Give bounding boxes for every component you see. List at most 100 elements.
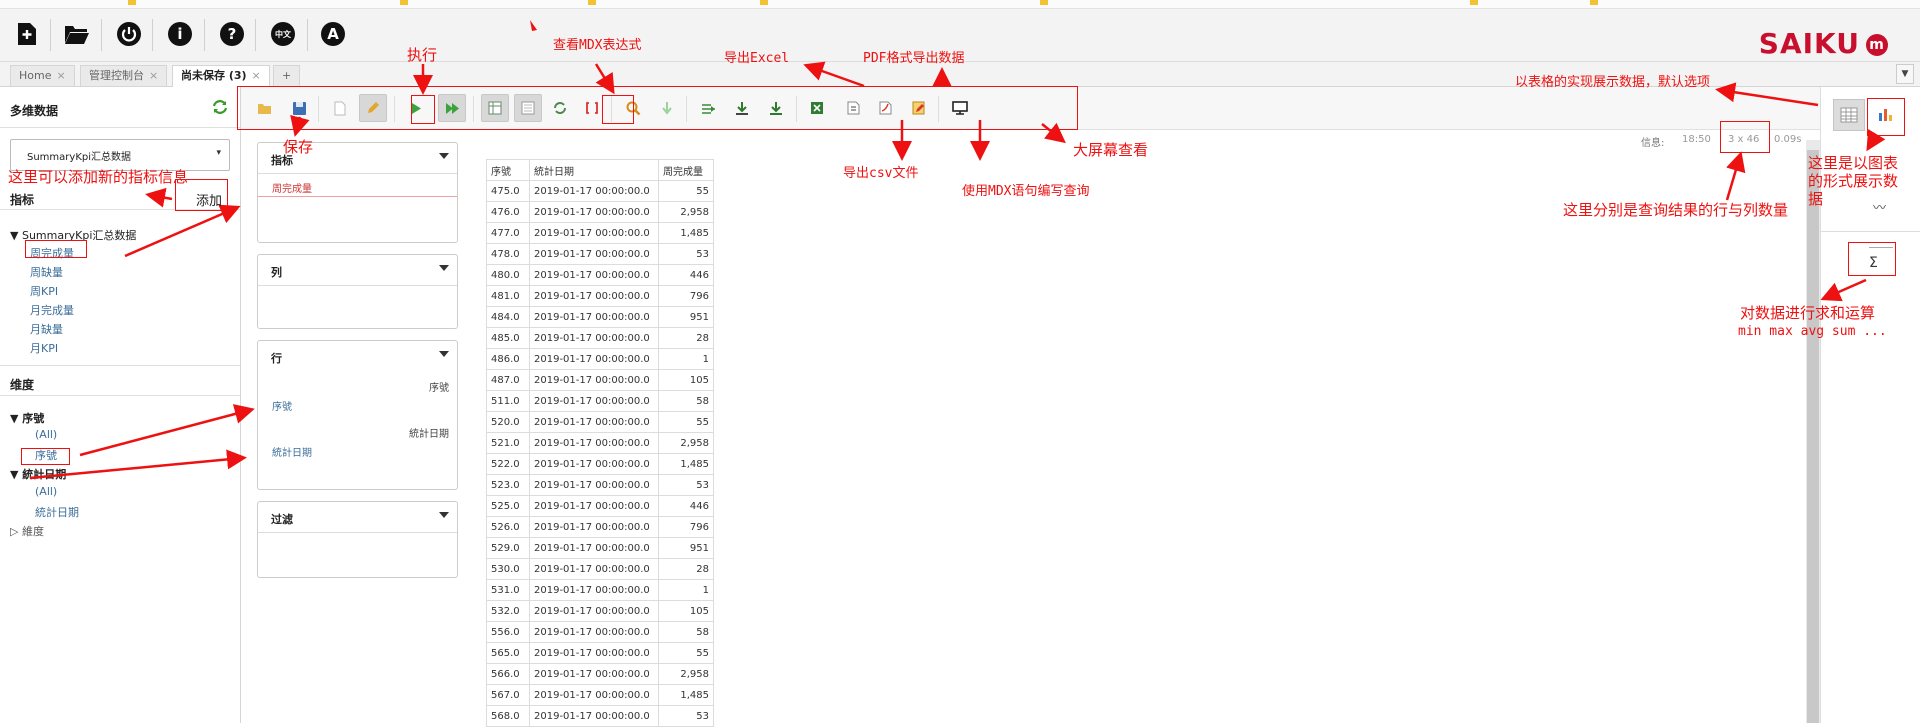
row-id-cell[interactable]: 565.0: [486, 642, 530, 664]
columns-zone[interactable]: 列: [257, 254, 458, 329]
date-cell[interactable]: 2019-01-17 00:00:00.0: [529, 453, 659, 475]
row-id-cell[interactable]: 484.0: [486, 306, 530, 328]
date-cell[interactable]: 2019-01-17 00:00:00.0: [529, 411, 659, 433]
scrollbar-thumb[interactable]: [1807, 150, 1819, 723]
row-id-cell[interactable]: 485.0: [486, 327, 530, 349]
date-cell[interactable]: 2019-01-17 00:00:00.0: [529, 180, 659, 202]
dimension-group-collapsed[interactable]: ▷ 維度: [10, 523, 44, 539]
date-cell[interactable]: 2019-01-17 00:00:00.0: [529, 663, 659, 685]
bookmark-icon[interactable]: [1590, 0, 1598, 5]
admin-icon[interactable]: A: [318, 19, 348, 49]
row-id-cell[interactable]: 486.0: [486, 348, 530, 370]
filter-zone[interactable]: 过滤: [257, 501, 458, 578]
weekly-count-cell[interactable]: 53: [658, 705, 714, 727]
date-cell[interactable]: 2019-01-17 00:00:00.0: [529, 306, 659, 328]
date-cell[interactable]: 2019-01-17 00:00:00.0: [529, 243, 659, 265]
weekly-count-cell[interactable]: 53: [658, 243, 714, 265]
weekly-count-cell[interactable]: 951: [658, 537, 714, 559]
weekly-count-cell[interactable]: 55: [658, 642, 714, 664]
row-id-cell[interactable]: 556.0: [486, 621, 530, 643]
open-folder-icon[interactable]: [62, 19, 92, 49]
bookmark-icon[interactable]: [128, 0, 136, 5]
caret-down-icon[interactable]: [439, 351, 449, 357]
weekly-count-cell[interactable]: 1,485: [658, 684, 714, 706]
row-id-cell[interactable]: 475.0: [486, 180, 530, 202]
date-cell[interactable]: 2019-01-17 00:00:00.0: [529, 684, 659, 706]
refresh-icon[interactable]: [212, 100, 228, 117]
measures-zone[interactable]: 指标 周完成量: [257, 142, 458, 243]
date-cell[interactable]: 2019-01-17 00:00:00.0: [529, 642, 659, 664]
selected-measure[interactable]: 周完成量: [258, 178, 457, 197]
row-id-cell[interactable]: 532.0: [486, 600, 530, 622]
date-cell[interactable]: 2019-01-17 00:00:00.0: [529, 705, 659, 727]
weekly-count-cell[interactable]: 2,958: [658, 201, 714, 223]
date-cell[interactable]: 2019-01-17 00:00:00.0: [529, 222, 659, 244]
date-cell[interactable]: 2019-01-17 00:00:00.0: [529, 264, 659, 286]
weekly-count-cell[interactable]: 796: [658, 285, 714, 307]
date-cell[interactable]: 2019-01-17 00:00:00.0: [529, 327, 659, 349]
bookmark-icon[interactable]: [400, 0, 408, 5]
column-header[interactable]: 周完成量: [658, 159, 714, 181]
caret-down-icon[interactable]: [439, 265, 449, 271]
rows-zone[interactable]: 行 序號 序號 統計日期 統計日期: [257, 340, 458, 490]
row-id-cell[interactable]: 481.0: [486, 285, 530, 307]
row-id-cell[interactable]: 531.0: [486, 579, 530, 601]
row-id-cell[interactable]: 526.0: [486, 516, 530, 538]
caret-down-icon[interactable]: [439, 512, 449, 518]
tab-unsaved-query[interactable]: 尚未保存 (3) ×: [172, 65, 270, 87]
column-header[interactable]: 序號: [486, 159, 530, 181]
tab-admin-console[interactable]: 管理控制台 ×: [80, 65, 168, 86]
weekly-count-cell[interactable]: 105: [658, 369, 714, 391]
weekly-count-cell[interactable]: 1: [658, 348, 714, 370]
date-cell[interactable]: 2019-01-17 00:00:00.0: [529, 390, 659, 412]
weekly-count-cell[interactable]: 446: [658, 495, 714, 517]
row-id-cell[interactable]: 478.0: [486, 243, 530, 265]
row-id-cell[interactable]: 487.0: [486, 369, 530, 391]
new-query-icon[interactable]: [12, 19, 42, 49]
dimension-level[interactable]: (All): [35, 428, 57, 441]
column-header[interactable]: 統計日期: [529, 159, 659, 181]
row-id-cell[interactable]: 522.0: [486, 453, 530, 475]
date-cell[interactable]: 2019-01-17 00:00:00.0: [529, 285, 659, 307]
tab-dropdown-button[interactable]: ▼: [1896, 64, 1914, 84]
bookmark-icon[interactable]: [1040, 0, 1048, 5]
weekly-count-cell[interactable]: 951: [658, 306, 714, 328]
weekly-count-cell[interactable]: 1,485: [658, 222, 714, 244]
measure-item[interactable]: 周KPI: [30, 283, 58, 299]
weekly-count-cell[interactable]: 28: [658, 327, 714, 349]
weekly-count-cell[interactable]: 58: [658, 390, 714, 412]
date-cell[interactable]: 2019-01-17 00:00:00.0: [529, 201, 659, 223]
date-cell[interactable]: 2019-01-17 00:00:00.0: [529, 537, 659, 559]
dimension-level[interactable]: (All): [35, 485, 57, 498]
table-view-button[interactable]: [1833, 99, 1865, 131]
measure-item[interactable]: 月缺量: [30, 321, 63, 337]
row-id-cell[interactable]: 566.0: [486, 663, 530, 685]
weekly-count-cell[interactable]: 1: [658, 579, 714, 601]
weekly-count-cell[interactable]: 58: [658, 621, 714, 643]
row-id-cell[interactable]: 521.0: [486, 432, 530, 454]
date-cell[interactable]: 2019-01-17 00:00:00.0: [529, 474, 659, 496]
close-icon[interactable]: ×: [56, 69, 65, 82]
bookmark-icon[interactable]: [588, 0, 596, 5]
date-cell[interactable]: 2019-01-17 00:00:00.0: [529, 600, 659, 622]
row-id-cell[interactable]: 476.0: [486, 201, 530, 223]
date-cell[interactable]: 2019-01-17 00:00:00.0: [529, 432, 659, 454]
row-id-cell[interactable]: 523.0: [486, 474, 530, 496]
row-id-cell[interactable]: 477.0: [486, 222, 530, 244]
bookmark-icon[interactable]: [760, 0, 768, 5]
dimension-group[interactable]: ▼ 統計日期: [10, 466, 66, 482]
info-icon[interactable]: i: [165, 19, 195, 49]
date-cell[interactable]: 2019-01-17 00:00:00.0: [529, 348, 659, 370]
bookmark-icon[interactable]: [1470, 0, 1478, 5]
row-id-cell[interactable]: 525.0: [486, 495, 530, 517]
measure-item[interactable]: 月完成量: [30, 302, 74, 318]
date-cell[interactable]: 2019-01-17 00:00:00.0: [529, 369, 659, 391]
weekly-count-cell[interactable]: 55: [658, 180, 714, 202]
weekly-count-cell[interactable]: 55: [658, 411, 714, 433]
close-icon[interactable]: ×: [149, 69, 158, 82]
weekly-count-cell[interactable]: 1,485: [658, 453, 714, 475]
weekly-count-cell[interactable]: 2,958: [658, 663, 714, 685]
dimension-group[interactable]: ▼ 序號: [10, 410, 44, 426]
measure-item[interactable]: 周缺量: [30, 264, 63, 280]
help-icon[interactable]: ?: [217, 19, 247, 49]
